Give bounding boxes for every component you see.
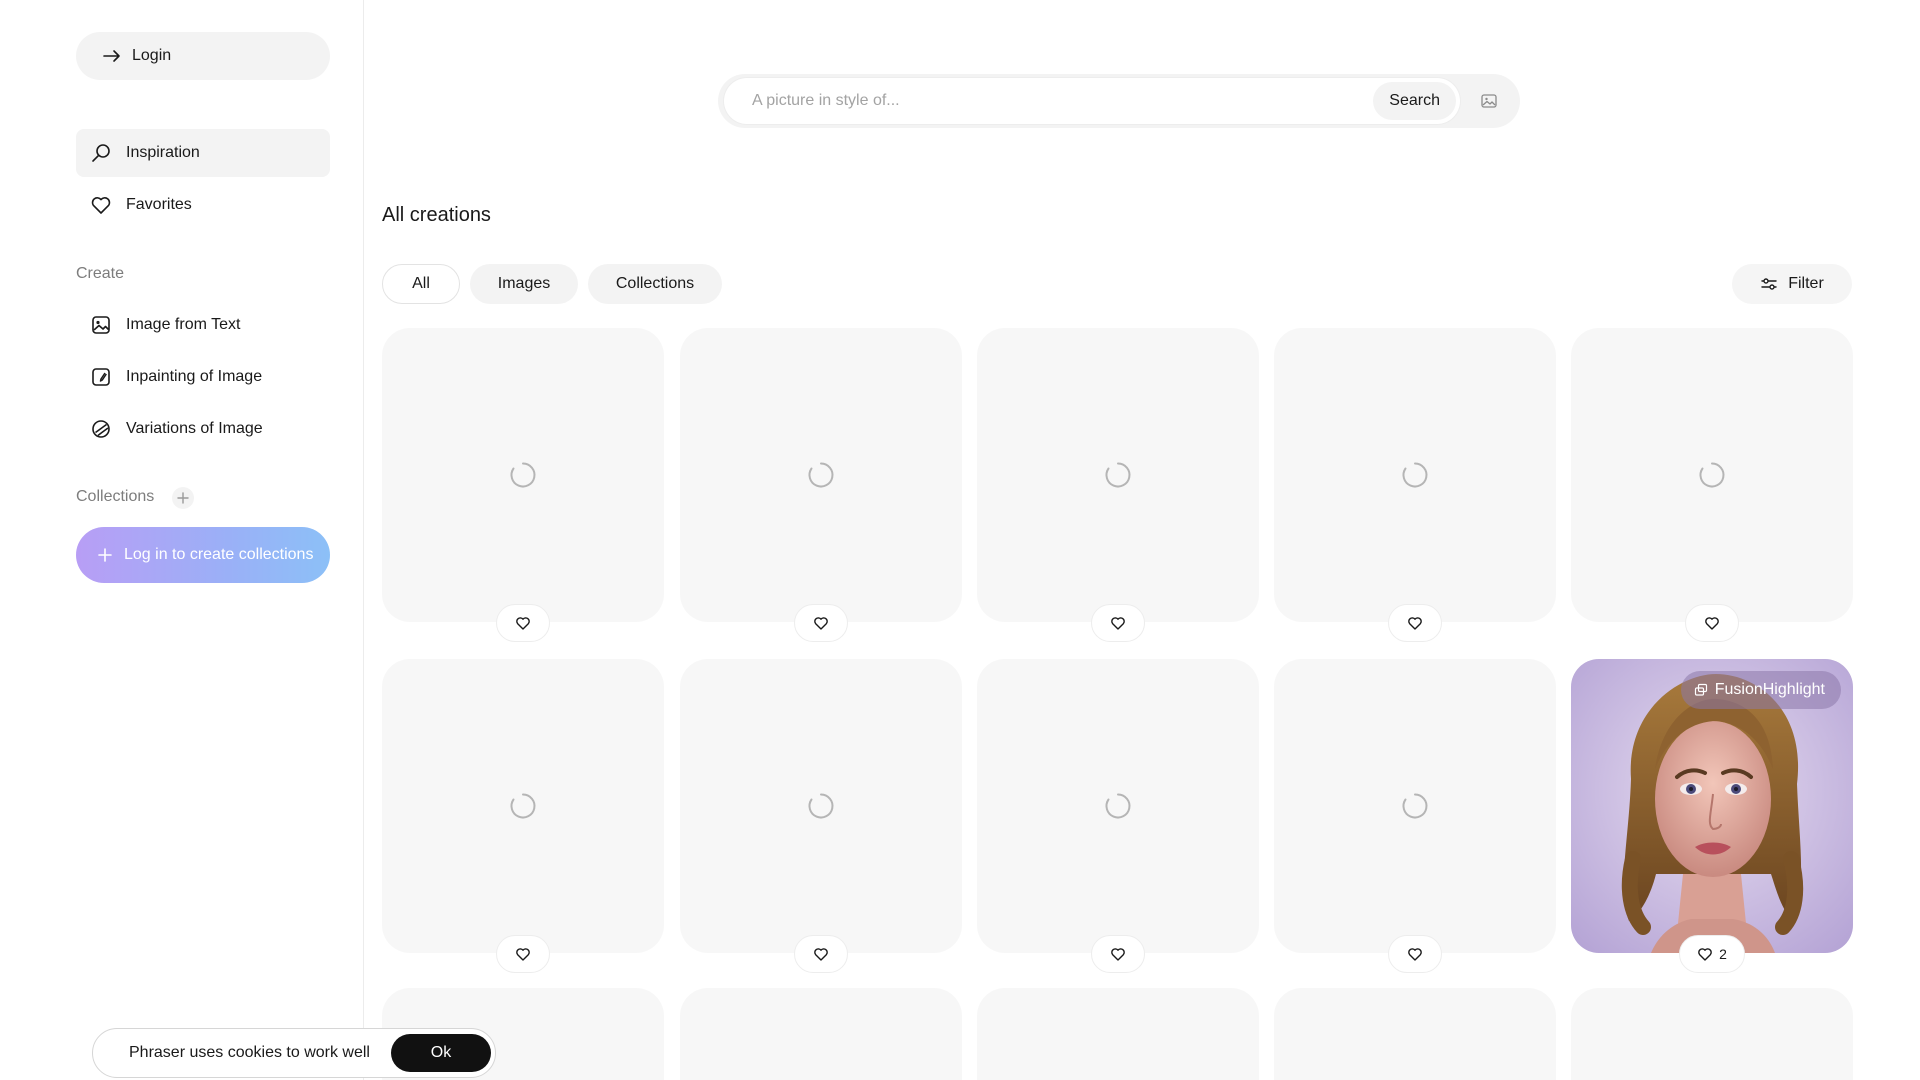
cookie-ok-label: Ok: [430, 1044, 452, 1061]
creation-card[interactable]: [1571, 328, 1853, 642]
heart-icon: [813, 946, 829, 962]
stack-icon: [1693, 682, 1709, 698]
plus-icon: [96, 546, 114, 564]
creation-card[interactable]: [1274, 659, 1556, 973]
loading-spinner-icon: [1105, 462, 1131, 488]
tab-images[interactable]: Images: [470, 264, 578, 304]
search-bar: Search: [718, 74, 1520, 128]
like-button[interactable]: 2: [1679, 935, 1745, 973]
nav-label: Image from Text: [126, 316, 241, 333]
arrow-right-icon: [102, 46, 122, 66]
like-button[interactable]: [496, 935, 550, 973]
creation-card[interactable]: [382, 328, 664, 642]
loading-spinner-icon: [510, 462, 536, 488]
featured-creation-card[interactable]: FusionHighlight 2: [1571, 659, 1853, 973]
creation-card[interactable]: [1571, 988, 1853, 1080]
like-button[interactable]: [496, 604, 550, 642]
inpaint-icon: [90, 366, 112, 388]
like-button[interactable]: [1091, 935, 1145, 973]
heart-icon: [1407, 946, 1423, 962]
creation-card[interactable]: [977, 988, 1259, 1080]
creation-card[interactable]: [1274, 328, 1556, 642]
collections-cta-label: Log in to create collections: [124, 546, 314, 563]
search-input[interactable]: [752, 78, 1312, 124]
like-button[interactable]: [794, 604, 848, 642]
image-icon: [90, 314, 112, 336]
creation-card[interactable]: [977, 328, 1259, 642]
loading-spinner-icon: [510, 793, 536, 819]
nav-label: Inpainting of Image: [126, 368, 263, 385]
heart-icon: [515, 946, 531, 962]
add-collection-button[interactable]: [172, 487, 194, 509]
search-icon: [90, 142, 112, 164]
filter-label: Filter: [1788, 275, 1824, 292]
like-count: 2: [1719, 946, 1727, 962]
collections-section-label: Collections: [76, 488, 155, 505]
login-label: Login: [132, 47, 172, 64]
creation-card[interactable]: [1274, 988, 1556, 1080]
variations-icon: [90, 418, 112, 440]
tab-collections[interactable]: Collections: [588, 264, 722, 304]
login-button[interactable]: Login: [76, 32, 330, 80]
image-icon: [1480, 92, 1498, 110]
cookie-banner: Phraser uses cookies to work well Ok: [92, 1028, 496, 1078]
creation-card[interactable]: [680, 659, 962, 973]
like-button[interactable]: [1388, 935, 1442, 973]
nav-item-variations[interactable]: Variations of Image: [76, 405, 330, 453]
heart-icon: [515, 615, 531, 631]
cookie-ok-button[interactable]: Ok: [391, 1034, 491, 1072]
create-section-label: Create: [76, 265, 125, 282]
nav-item-image-from-text[interactable]: Image from Text: [76, 301, 330, 349]
heart-icon: [1704, 615, 1720, 631]
heart-icon: [1110, 946, 1126, 962]
nav-label: Favorites: [126, 196, 192, 213]
sidebar: Login Inspiration Favorites Create Image…: [0, 0, 364, 1080]
sliders-icon: [1760, 275, 1778, 293]
loading-spinner-icon: [1402, 793, 1428, 819]
nav-item-favorites[interactable]: Favorites: [76, 181, 330, 229]
login-to-create-collections-button[interactable]: Log in to create collections: [76, 527, 330, 583]
search-button-label: Search: [1389, 92, 1440, 109]
creation-card[interactable]: [382, 659, 664, 973]
creation-card[interactable]: [977, 659, 1259, 973]
nav-item-inspiration[interactable]: Inspiration: [76, 129, 330, 177]
tab-label: All: [412, 275, 430, 292]
heart-icon: [90, 194, 112, 216]
loading-spinner-icon: [1699, 462, 1725, 488]
creation-card[interactable]: [680, 328, 962, 642]
like-button[interactable]: [1685, 604, 1739, 642]
collection-badge: FusionHighlight: [1680, 671, 1841, 709]
like-button[interactable]: [1091, 604, 1145, 642]
like-button[interactable]: [1388, 604, 1442, 642]
heart-icon: [1697, 946, 1713, 962]
tab-label: Collections: [615, 275, 695, 292]
tab-all[interactable]: All: [382, 264, 460, 304]
cookie-message: Phraser uses cookies to work well: [129, 1044, 370, 1061]
page-title: All creations: [382, 204, 491, 226]
creation-card[interactable]: [680, 988, 962, 1080]
image-search-button[interactable]: [1478, 90, 1500, 112]
loading-spinner-icon: [1402, 462, 1428, 488]
nav-label: Inspiration: [126, 144, 200, 161]
loading-spinner-icon: [808, 462, 834, 488]
nav-item-inpainting[interactable]: Inpainting of Image: [76, 353, 330, 401]
like-button[interactable]: [794, 935, 848, 973]
loading-spinner-icon: [1105, 793, 1131, 819]
heart-icon: [1407, 615, 1423, 631]
filter-button[interactable]: Filter: [1732, 264, 1852, 304]
search-box: Search: [724, 78, 1460, 124]
heart-icon: [813, 615, 829, 631]
plus-icon: [176, 491, 190, 505]
tab-label: Images: [497, 275, 551, 292]
search-button[interactable]: Search: [1373, 82, 1456, 120]
heart-icon: [1110, 615, 1126, 631]
badge-label: FusionHighlight: [1714, 681, 1825, 698]
loading-spinner-icon: [808, 793, 834, 819]
nav-label: Variations of Image: [126, 420, 263, 437]
